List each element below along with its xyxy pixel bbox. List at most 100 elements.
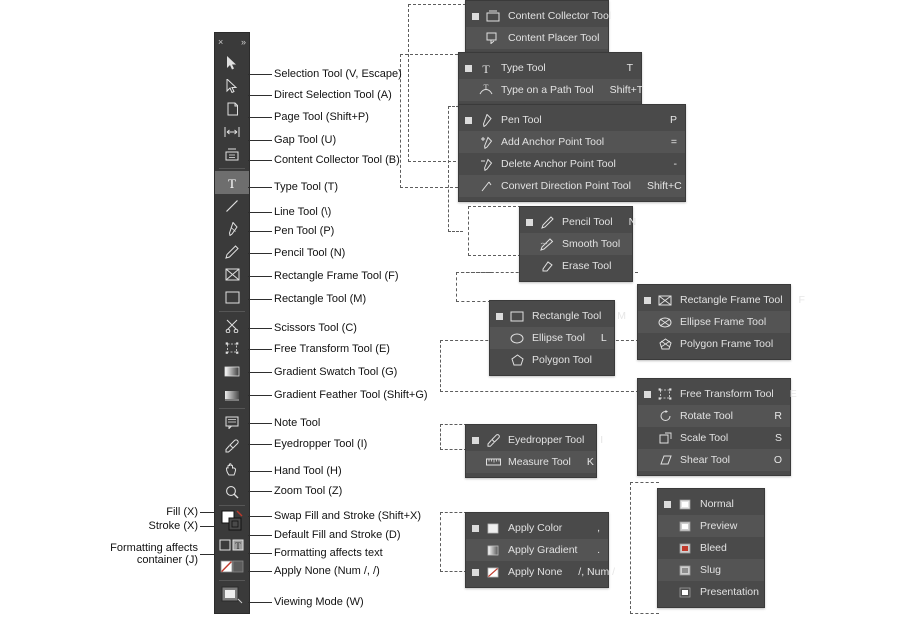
flyout-row[interactable]: Delete Anchor Point Tool -: [459, 153, 685, 175]
flyout-frame[interactable]: Rectangle Frame Tool F Ellipse Frame Too…: [637, 284, 805, 360]
tool-eyedropper[interactable]: [215, 434, 249, 457]
flyout-apply[interactable]: Apply Color , Apply Gradient . Apply Non…: [465, 512, 615, 588]
tool-pencil[interactable]: [215, 240, 249, 263]
flyout-row[interactable]: Preview: [658, 515, 764, 537]
flyout-type[interactable]: T Type Tool T T Type on a Path Tool Shif…: [458, 52, 643, 106]
flyout-row[interactable]: Slug: [658, 559, 764, 581]
flyout-pen[interactable]: Pen Tool P Add Anchor Point Tool = Delet…: [458, 104, 686, 202]
flyout-label: Measure Tool: [508, 456, 571, 468]
tool-scissors[interactable]: [215, 314, 249, 337]
tool-free-transform[interactable]: [215, 337, 249, 360]
flyout-row[interactable]: Ellipse Frame Tool: [638, 311, 790, 333]
flyout-shape[interactable]: Rectangle Tool M Ellipse Tool L Polygon …: [489, 300, 626, 376]
flyout-row[interactable]: T Type Tool T: [459, 57, 641, 79]
flyout-row[interactable]: Polygon Tool: [490, 349, 614, 371]
smooth-tool-icon: [538, 236, 556, 252]
flyout-row[interactable]: Presentation: [658, 581, 764, 603]
flyout-row[interactable]: Convert Direction Point Tool Shift+C: [459, 175, 685, 197]
tool-selection[interactable]: [215, 51, 249, 74]
formatting-affects-container-text[interactable]: T: [215, 534, 249, 556]
tool-note[interactable]: [215, 411, 249, 434]
svg-text:T: T: [482, 62, 490, 75]
tool-line[interactable]: [215, 194, 249, 217]
tools-panel-header[interactable]: × »: [215, 33, 249, 51]
fill-stroke-swatch[interactable]: [215, 508, 249, 534]
flyout-row[interactable]: Free Transform Tool E: [638, 383, 797, 405]
tool-pen[interactable]: [215, 217, 249, 240]
ellipse-frame-tool-icon: [656, 314, 674, 330]
flyout-row[interactable]: Scale Tool S: [638, 427, 790, 449]
tools-divider-5: [219, 580, 245, 581]
flyout-row[interactable]: Add Anchor Point Tool =: [459, 131, 685, 153]
bullet-icon: [644, 435, 651, 442]
flyout-row[interactable]: Apply Color ,: [466, 517, 608, 539]
flyout-row[interactable]: Ellipse Tool L: [490, 327, 614, 349]
flyout-row[interactable]: Content Collector Tool: [466, 5, 611, 27]
flyout-row[interactable]: Rectangle Tool M: [490, 305, 626, 327]
free-transform-tool-icon: [656, 386, 674, 402]
flyout-content-collector[interactable]: Content Collector Tool Content Placer To…: [465, 0, 611, 54]
callout-type-tool: Type Tool (T): [274, 181, 338, 193]
bullet-icon: [472, 35, 479, 42]
tool-rectangle-frame[interactable]: [215, 263, 249, 286]
flyout-label: Add Anchor Point Tool: [501, 136, 605, 148]
flyout-label: Convert Direction Point Tool: [501, 180, 631, 192]
bullet-icon: [472, 436, 479, 444]
flyout-viewmode[interactable]: Normal Preview Bleed Slug Presentation: [657, 488, 765, 608]
flyout-row[interactable]: Smooth Tool: [520, 233, 632, 255]
tool-hand[interactable]: [215, 457, 249, 480]
leader-line: [248, 328, 272, 329]
flyout-row[interactable]: Polygon Frame Tool: [638, 333, 790, 355]
flyout-shortcut: F: [798, 294, 805, 306]
flyout-row[interactable]: Rotate Tool R: [638, 405, 790, 427]
flyout-row[interactable]: T Type on a Path Tool Shift+T: [459, 79, 643, 101]
flyout-pencil[interactable]: Pencil Tool N Smooth Tool Erase Tool: [519, 206, 636, 282]
flyout-row[interactable]: Content Placer Tool: [466, 27, 608, 49]
flyout-row[interactable]: Measure Tool K: [466, 451, 596, 473]
flyout-label: Polygon Tool: [532, 354, 592, 366]
flyout-shortcut: L: [600, 332, 607, 344]
flyout-label: Eyedropper Tool: [508, 434, 585, 446]
tool-type[interactable]: T: [215, 171, 249, 194]
tool-gradient-swatch[interactable]: [215, 360, 249, 383]
callout-scissors-tool: Scissors Tool (C): [274, 322, 357, 334]
expand-icon[interactable]: »: [241, 37, 246, 47]
flyout-label: Shear Tool: [680, 454, 731, 466]
leader-line: [248, 117, 272, 118]
tool-direct-selection[interactable]: [215, 74, 249, 97]
flyout-row[interactable]: Rectangle Frame Tool F: [638, 289, 805, 311]
collapse-icon[interactable]: ×: [218, 37, 223, 47]
tool-page[interactable]: [215, 97, 249, 120]
tool-rectangle[interactable]: [215, 286, 249, 309]
bullet-icon: [644, 319, 651, 326]
tool-gradient-feather[interactable]: [215, 383, 249, 406]
tools-panel[interactable]: × » T T: [214, 32, 250, 614]
flyout-row[interactable]: Pen Tool P: [459, 109, 685, 131]
flyout-row[interactable]: Bleed: [658, 537, 764, 559]
tool-zoom[interactable]: [215, 480, 249, 503]
content-placer-icon: [484, 30, 502, 46]
viewing-mode-button[interactable]: [215, 583, 249, 607]
flyout-row[interactable]: Pencil Tool N: [520, 211, 636, 233]
tool-gap[interactable]: [215, 120, 249, 143]
flyout-eyedropper[interactable]: Eyedropper Tool I Measure Tool K: [465, 424, 603, 478]
content-collector-icon: [484, 8, 502, 24]
flyout-row[interactable]: Eyedropper Tool I: [466, 429, 603, 451]
flyout-shortcut: M: [617, 310, 627, 322]
flyout-row[interactable]: Apply None /, Num /: [466, 561, 615, 583]
apply-none-icon: [484, 564, 502, 580]
flyout-row[interactable]: Shear Tool O: [638, 449, 790, 471]
svg-text:T: T: [228, 176, 236, 190]
flyout-row[interactable]: Erase Tool: [520, 255, 632, 277]
rectangle-frame-tool-icon: [656, 292, 674, 308]
leader-line-fill: [200, 512, 214, 513]
flyout-row[interactable]: Normal: [658, 493, 764, 515]
callout-swap-fill-stroke: Swap Fill and Stroke (Shift+X): [274, 510, 422, 522]
tool-content-collector[interactable]: [215, 143, 249, 166]
flyout-transform[interactable]: Free Transform Tool E Rotate Tool R Scal…: [637, 378, 797, 476]
bullet-icon: [496, 312, 503, 320]
leader-line: [248, 140, 272, 141]
apply-none-swatch[interactable]: [215, 556, 249, 578]
flyout-row[interactable]: Apply Gradient .: [466, 539, 608, 561]
bullet-icon: [472, 547, 479, 554]
